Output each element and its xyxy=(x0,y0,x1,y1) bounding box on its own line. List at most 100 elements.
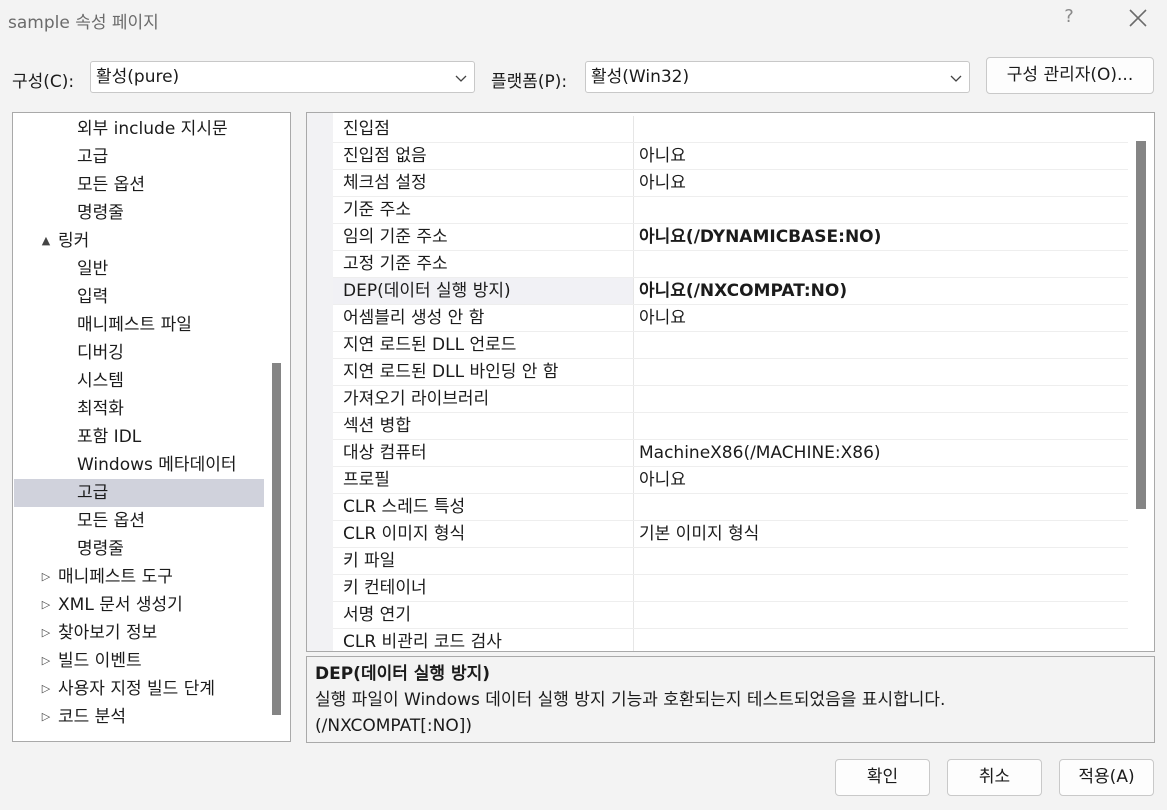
platform-value: 활성(Win32) xyxy=(591,67,690,87)
property-value[interactable] xyxy=(639,602,1128,628)
config-dropdown[interactable]: 활성(pure) xyxy=(90,61,475,93)
property-row[interactable]: 진입점 없음 아니요 xyxy=(333,143,1128,170)
tree-item[interactable]: 매니페스트 파일 xyxy=(14,311,264,339)
tree-item-label: 디버깅 xyxy=(77,343,124,363)
property-value[interactable]: 아니요(/NXCOMPAT:NO) xyxy=(639,278,1128,304)
property-row[interactable]: 임의 기준 주소 아니요(/DYNAMICBASE:NO) xyxy=(333,224,1128,251)
property-value[interactable] xyxy=(639,251,1128,277)
property-value[interactable]: 기본 이미지 형식 xyxy=(639,521,1128,547)
tree-item[interactable]: ▷ XML 문서 생성기 xyxy=(14,591,264,619)
tree-item[interactable]: ▷ 매니페스트 도구 xyxy=(14,563,264,591)
property-value[interactable]: 아니요 xyxy=(639,170,1128,196)
property-value[interactable]: 아니요 xyxy=(639,305,1128,331)
property-value[interactable] xyxy=(639,197,1128,223)
tree-item[interactable]: 포함 IDL xyxy=(14,423,264,451)
property-row[interactable]: 프로필 아니요 xyxy=(333,467,1128,494)
tree-item-label: 매니페스트 도구 xyxy=(58,567,173,587)
tree-item-label: 포함 IDL xyxy=(77,427,142,447)
tree-item-label: 빌드 이벤트 xyxy=(58,651,142,671)
tree-item[interactable]: 입력 xyxy=(14,283,264,311)
tree-item[interactable]: 고급 xyxy=(14,143,264,171)
expand-arrow-icon[interactable]: ▷ xyxy=(40,619,52,647)
expand-arrow-icon[interactable]: ▷ xyxy=(40,591,52,619)
property-name: 키 컨테이너 xyxy=(333,575,634,601)
property-value[interactable] xyxy=(639,413,1128,439)
grid-gutter xyxy=(307,113,333,651)
property-row[interactable]: CLR 이미지 형식 기본 이미지 형식 xyxy=(333,521,1128,548)
tree-item[interactable]: ▷ 코드 분석 xyxy=(14,703,264,731)
property-row[interactable]: 진입점 xyxy=(333,116,1128,143)
property-row[interactable]: 키 파일 xyxy=(333,548,1128,575)
description-switch: (/NXCOMPAT[:NO]) xyxy=(315,716,472,736)
expand-arrow-icon[interactable]: ▷ xyxy=(40,703,52,731)
property-name: 대상 컴퓨터 xyxy=(333,440,634,466)
property-value[interactable]: 아니요 xyxy=(639,467,1128,493)
expand-arrow-icon[interactable]: ▷ xyxy=(40,563,52,591)
tree-item[interactable]: ▷ 사용자 지정 빌드 단계 xyxy=(14,675,264,703)
tree-item[interactable]: ▷ 찾아보기 정보 xyxy=(14,619,264,647)
tree-item[interactable]: 시스템 xyxy=(14,367,264,395)
property-row[interactable]: 가져오기 라이브러리 xyxy=(333,386,1128,413)
expand-arrow-icon[interactable]: ▷ xyxy=(40,675,52,703)
window-title: sample 속성 페이지 xyxy=(8,13,159,33)
property-value[interactable] xyxy=(639,359,1128,385)
property-row[interactable]: 고정 기준 주소 xyxy=(333,251,1128,278)
property-value[interactable]: 아니요 xyxy=(639,143,1128,169)
property-value[interactable] xyxy=(639,386,1128,412)
config-value: 활성(pure) xyxy=(96,67,180,87)
tree-item[interactable]: 일반 xyxy=(14,255,264,283)
property-row[interactable]: 키 컨테이너 xyxy=(333,575,1128,602)
property-row[interactable]: 체크섬 설정 아니요 xyxy=(333,170,1128,197)
property-value[interactable] xyxy=(639,332,1128,358)
tree-scrollbar-thumb[interactable] xyxy=(272,363,281,715)
tree-item[interactable]: ▷ 빌드 이벤트 xyxy=(14,647,264,675)
property-row[interactable]: 어셈블리 생성 안 함 아니요 xyxy=(333,305,1128,332)
property-name: 지연 로드된 DLL 언로드 xyxy=(333,332,634,358)
config-manager-button[interactable]: 구성 관리자(O)... xyxy=(986,57,1154,94)
property-row[interactable]: DEP(데이터 실행 방지) 아니요(/NXCOMPAT:NO) xyxy=(333,278,1128,305)
tree-item[interactable]: 모든 옵션 xyxy=(14,507,264,535)
help-button[interactable]: ? xyxy=(1058,6,1080,30)
chevron-down-icon xyxy=(950,75,962,82)
tree-item[interactable]: 명령줄 xyxy=(14,535,264,563)
property-name: 기준 주소 xyxy=(333,197,634,223)
tree-item-label: 찾아보기 정보 xyxy=(58,623,158,643)
tree-item[interactable]: ▲ 링커 xyxy=(14,227,264,255)
property-name: 체크섬 설정 xyxy=(333,170,634,196)
property-row[interactable]: CLR 스레드 특성 xyxy=(333,494,1128,521)
tree-item[interactable]: 고급 xyxy=(14,479,264,507)
property-grid[interactable]: 진입점 진입점 없음 아니요 체크섬 설정 아니요 기준 주소 임의 기준 주소 아니요(/D… xyxy=(306,112,1155,652)
cancel-button[interactable]: 취소 xyxy=(947,759,1042,796)
property-row[interactable]: 섹션 병합 xyxy=(333,413,1128,440)
property-row[interactable]: 기준 주소 xyxy=(333,197,1128,224)
property-value[interactable] xyxy=(639,629,1128,651)
property-row[interactable]: CLR 비관리 코드 검사 xyxy=(333,629,1128,651)
tree-item[interactable]: 명령줄 xyxy=(14,199,264,227)
property-name: 섹션 병합 xyxy=(333,413,634,439)
property-row[interactable]: 서명 연기 xyxy=(333,602,1128,629)
property-name: DEP(데이터 실행 방지) xyxy=(333,278,634,304)
property-row[interactable]: 지연 로드된 DLL 바인딩 안 함 xyxy=(333,359,1128,386)
ok-button[interactable]: 확인 xyxy=(835,759,930,796)
property-row[interactable]: 지연 로드된 DLL 언로드 xyxy=(333,332,1128,359)
collapse-arrow-icon[interactable]: ▲ xyxy=(40,227,52,255)
platform-dropdown[interactable]: 활성(Win32) xyxy=(585,61,970,93)
expand-arrow-icon[interactable]: ▷ xyxy=(40,647,52,675)
property-row[interactable]: 대상 컴퓨터 MachineX86(/MACHINE:X86) xyxy=(333,440,1128,467)
property-value[interactable]: 아니요(/DYNAMICBASE:NO) xyxy=(639,224,1128,250)
property-name: 가져오기 라이브러리 xyxy=(333,386,634,412)
tree-item[interactable]: 모든 옵션 xyxy=(14,171,264,199)
apply-button[interactable]: 적용(A) xyxy=(1059,759,1154,796)
property-value[interactable] xyxy=(639,548,1128,574)
close-button[interactable] xyxy=(1126,6,1150,30)
property-tree[interactable]: ▷ 코드 분석 ▷ 사용자 지정 빌드 단계 ▷ 빌드 이벤트 ▷ 찾아보기 정보 ▷ XML 문… xyxy=(12,112,291,742)
grid-scrollbar-thumb[interactable] xyxy=(1136,141,1146,509)
property-value[interactable] xyxy=(639,575,1128,601)
tree-item[interactable]: 외부 include 지시문 xyxy=(14,115,264,143)
tree-item[interactable]: 최적화 xyxy=(14,395,264,423)
property-value[interactable]: MachineX86(/MACHINE:X86) xyxy=(639,440,1128,466)
tree-item[interactable]: Windows 메타데이터 xyxy=(14,451,264,479)
property-value[interactable] xyxy=(639,116,1128,142)
property-value[interactable] xyxy=(639,494,1128,520)
tree-item[interactable]: 디버깅 xyxy=(14,339,264,367)
